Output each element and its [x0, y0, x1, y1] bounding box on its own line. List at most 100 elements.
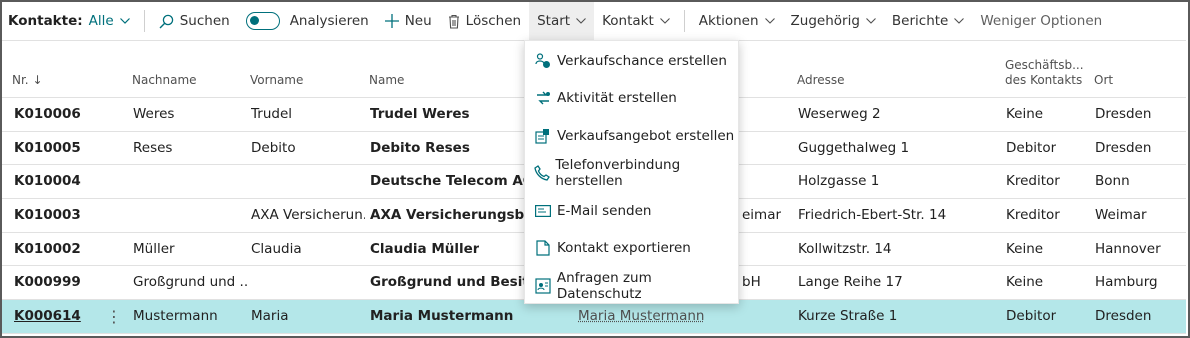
export-icon — [529, 240, 557, 256]
menu-item-create-activity[interactable]: Aktivität erstellen — [525, 80, 740, 116]
menu-item-label: Verkaufschance erstellen — [557, 53, 727, 69]
menu-item-privacy-requests[interactable]: Anfragen zum Datenschutz — [525, 268, 740, 304]
toolbar-divider — [683, 10, 685, 32]
column-header-last-name[interactable]: Nachname — [132, 73, 197, 88]
cell-name: Trudel Weres — [370, 106, 470, 122]
column-header-name[interactable]: Name — [369, 73, 404, 88]
cell-name: Maria Mustermann — [370, 308, 514, 325]
column-header-business-line2: des Kontakts — [1005, 73, 1083, 87]
cell-nr[interactable]: K000614 — [14, 300, 81, 333]
chevron-down-icon — [764, 18, 775, 24]
cell-first-name: Claudia — [251, 240, 302, 257]
cell-last-name: Weres — [133, 106, 175, 122]
cell-address: Kurze Straße 1 — [798, 308, 898, 325]
cell-business: Keine — [1006, 240, 1044, 257]
actions-menu-button[interactable]: Aktionen — [691, 2, 783, 41]
cell-address: Kollwitzstr. 14 — [798, 240, 892, 257]
cell-city: Bonn — [1095, 173, 1130, 190]
delete-button[interactable]: Löschen — [440, 2, 529, 41]
new-label: Neu — [404, 13, 432, 29]
chevron-down-icon — [954, 18, 965, 24]
cell-company-link[interactable]: Maria Mustermann — [578, 300, 704, 333]
new-button[interactable]: Neu — [377, 2, 440, 41]
plus-icon — [384, 14, 399, 28]
cell-business: Debitor — [1006, 308, 1057, 325]
search-icon — [159, 14, 174, 29]
cell-nr[interactable]: K010006 — [14, 98, 81, 131]
quote-icon — [529, 128, 557, 144]
cell-business: Keine — [1006, 274, 1044, 291]
column-header-city[interactable]: Ort — [1094, 73, 1113, 88]
cell-nr[interactable]: K010002 — [14, 233, 81, 266]
menu-item-create-sales-quote[interactable]: Verkaufsangebot erstellen — [525, 118, 740, 154]
trash-icon — [448, 14, 460, 29]
chevron-down-icon — [119, 18, 130, 24]
cell-city: Hamburg — [1095, 274, 1158, 291]
column-header-business-line1[interactable]: Geschäftsb... — [1005, 58, 1084, 73]
cell-city: Weimar — [1095, 207, 1147, 224]
column-header-first-name[interactable]: Vorname — [250, 73, 303, 88]
cell-city: Dresden — [1095, 308, 1152, 325]
cell-first-name: AXA Versicherun... — [251, 207, 365, 224]
menu-item-label: Kontakt exportieren — [557, 240, 691, 256]
cell-first-name: Trudel — [251, 106, 292, 122]
related-menu-button[interactable]: Zugehörig — [783, 2, 884, 41]
analyze-toggle[interactable]: Analysieren — [238, 2, 377, 41]
cell-nr[interactable]: K000999 — [14, 266, 81, 299]
related-label: Zugehörig — [790, 13, 860, 29]
contact-menu-button[interactable]: Kontakt — [594, 2, 678, 41]
menu-item-send-email[interactable]: E-Mail senden — [525, 193, 740, 229]
toolbar-divider — [143, 10, 145, 32]
start-dropdown-menu: Verkaufschance erstellen Aktivität erste… — [524, 40, 739, 304]
search-button[interactable]: Suchen — [151, 2, 238, 41]
cell-address: Holzgasse 1 — [798, 173, 880, 190]
action-bar: Kontakte: Alle Suchen Analysieren Neu Lö… — [2, 1, 1186, 41]
analyze-label: Analysieren — [289, 13, 369, 29]
start-label: Start — [537, 13, 571, 29]
cell-address: Weserweg 2 — [798, 106, 881, 122]
menu-item-create-opportunity[interactable]: Verkaufschance erstellen — [525, 43, 740, 79]
column-header-nr[interactable]: Nr. ↓ — [12, 73, 43, 88]
cell-name: Claudia Müller — [370, 240, 480, 257]
cell-name: Deutsche Telecom AG — [370, 173, 534, 190]
menu-item-label: Aktivität erstellen — [557, 90, 677, 106]
view-filter-dropdown[interactable]: Alle — [89, 2, 138, 41]
fewer-options-button[interactable]: Weniger Optionen — [972, 2, 1110, 41]
phone-icon — [529, 165, 555, 181]
activity-icon — [529, 90, 557, 106]
cell-business: Debitor — [1006, 139, 1057, 156]
cell-nr[interactable]: K010004 — [14, 165, 81, 198]
row-actions-icon[interactable]: ⋮ — [106, 300, 122, 333]
menu-item-phone-call[interactable]: Telefonverbindung herstellen — [525, 155, 740, 191]
cell-nr[interactable]: K010003 — [14, 199, 81, 232]
delete-label: Löschen — [465, 13, 522, 29]
table-row-selected[interactable]: K000614 ⋮ Mustermann Maria Maria Musterm… — [2, 300, 1186, 334]
cell-address: Friedrich-Ebert-Str. 14 — [798, 207, 947, 224]
view-filter-label: Alle — [88, 13, 114, 29]
cell-business: Kreditor — [1006, 207, 1060, 224]
cell-business: Keine — [1006, 106, 1044, 122]
cell-name: AXA Versicherungsbüro — [370, 207, 526, 224]
cell-nr[interactable]: K010005 — [14, 132, 81, 165]
menu-item-label: Anfragen zum Datenschutz — [556, 270, 652, 302]
cell-last-name: Großgrund und ... — [133, 274, 247, 291]
cell-business: Kreditor — [1006, 173, 1060, 190]
page-caption: Kontakte: — [8, 13, 83, 29]
cell-company: eimar — [742, 207, 782, 224]
cell-last-name: Reses — [133, 139, 173, 156]
cell-city: Dresden — [1095, 106, 1152, 122]
menu-item-label: Verkaufsangebot erstellen — [557, 128, 735, 144]
cell-last-name: Mustermann — [133, 308, 218, 325]
column-header-address[interactable]: Adresse — [797, 73, 845, 88]
start-menu-button[interactable]: Start — [529, 1, 595, 41]
search-label: Suchen — [179, 13, 230, 29]
cell-address: Lange Reihe 17 — [798, 274, 903, 291]
chevron-down-icon — [576, 18, 586, 24]
chevron-down-icon — [866, 18, 876, 24]
cell-address: Guggethalweg 1 — [798, 139, 910, 156]
reports-menu-button[interactable]: Berichte — [884, 2, 972, 41]
cell-name: Debito Reses — [370, 139, 470, 156]
chevron-down-icon — [659, 18, 670, 24]
cell-name: Großgrund und Besitz G — [370, 274, 526, 291]
menu-item-export-contact[interactable]: Kontakt exportieren — [525, 230, 740, 266]
